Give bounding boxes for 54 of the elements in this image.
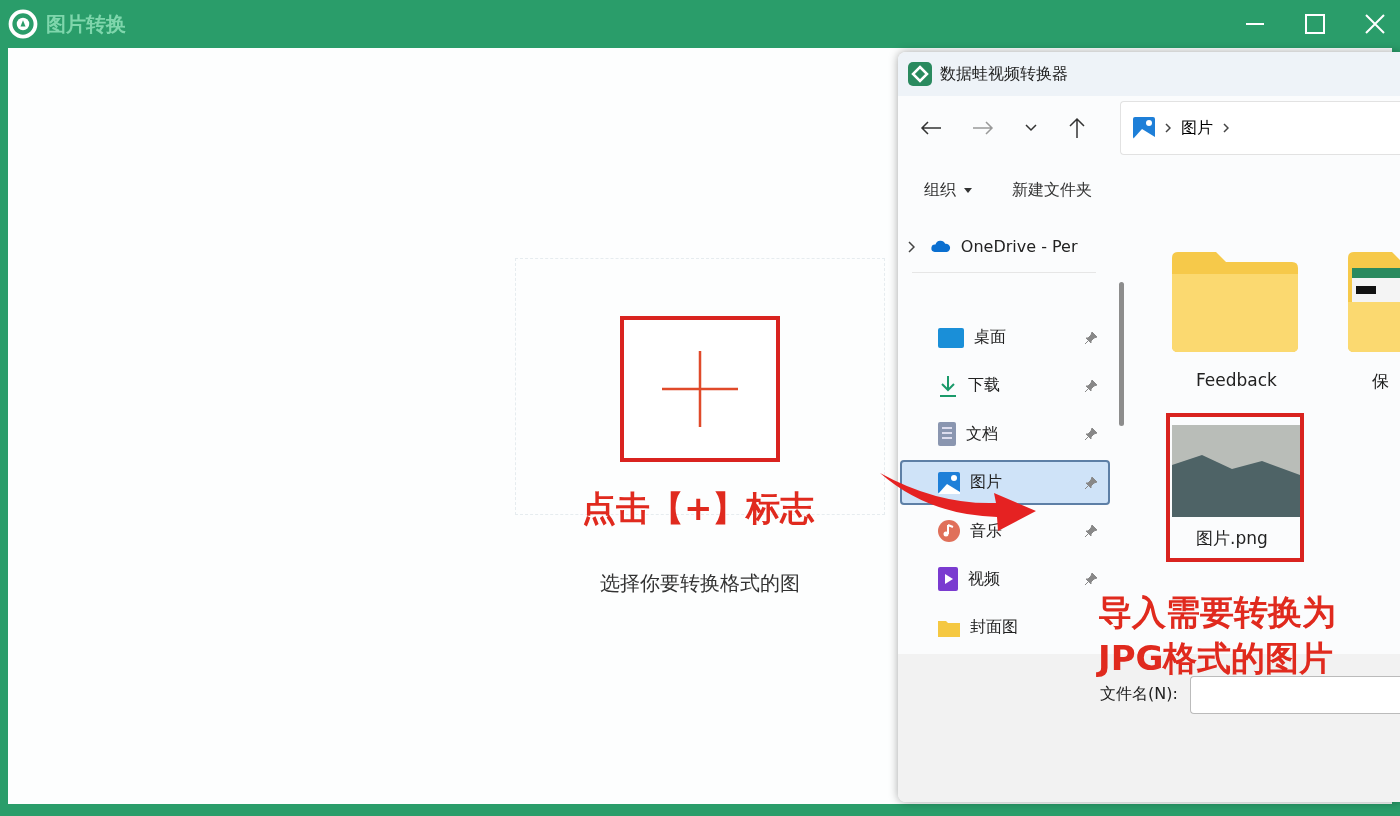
- window-title: 图片转换: [46, 10, 126, 38]
- scrollbar-thumb[interactable]: [1118, 282, 1124, 426]
- add-button[interactable]: [620, 316, 780, 462]
- forward-arrow-icon[interactable]: [972, 120, 994, 136]
- upload-hint: 选择你要转换格式的图: [600, 570, 800, 597]
- pin-icon[interactable]: [1084, 524, 1098, 539]
- sidebar-item[interactable]: 图片: [900, 460, 1110, 505]
- file-name: 保: [1371, 370, 1389, 393]
- address-bar[interactable]: 图片: [1120, 101, 1400, 155]
- pin-icon[interactable]: [1084, 378, 1098, 393]
- breadcrumb-item[interactable]: 图片: [1181, 117, 1213, 139]
- close-icon[interactable]: [1364, 13, 1386, 35]
- folder-icon: [1172, 252, 1298, 352]
- annotation-text: 导入需要转换为 JPG格式的图片: [1098, 591, 1336, 680]
- document-icon: [938, 422, 956, 447]
- sidebar-item[interactable]: 下载: [900, 363, 1110, 409]
- picture-icon: [938, 471, 960, 494]
- video-icon: [938, 567, 958, 592]
- app-logo-icon: [908, 62, 932, 86]
- desktop-icon: [938, 327, 964, 348]
- sidebar-item[interactable]: 文档: [900, 412, 1110, 457]
- toolbar-button[interactable]: 组织: [916, 173, 980, 207]
- chevron-down-icon[interactable]: [1024, 123, 1038, 133]
- pin-icon[interactable]: [1084, 427, 1098, 442]
- pin-icon[interactable]: [1084, 475, 1098, 490]
- filename-field[interactable]: [1189, 676, 1400, 714]
- chevron-right-icon: [1165, 123, 1171, 133]
- chevron-icon[interactable]: [908, 241, 916, 254]
- app-logo-icon: [8, 9, 38, 39]
- filename-label: 文件名(N):: [1100, 684, 1178, 705]
- file-item[interactable]: Feedback: [1166, 248, 1306, 405]
- sidebar-item[interactable]: 音乐: [900, 508, 1110, 554]
- pin-icon[interactable]: [1084, 572, 1098, 587]
- maximize-icon[interactable]: [1304, 13, 1326, 35]
- dialog-title: 数据蛙视频转换器: [940, 63, 1068, 85]
- toolbar-button[interactable]: 新建文件夹: [1004, 173, 1100, 207]
- cloud-icon: [931, 238, 951, 255]
- file-name: Feedback: [1195, 369, 1277, 392]
- music-icon: [938, 520, 960, 543]
- dropdown-caret-icon: [964, 187, 972, 193]
- up-arrow-icon[interactable]: [1068, 117, 1086, 139]
- plus-icon: [660, 349, 740, 429]
- file-name: 图片.png: [1195, 527, 1268, 550]
- sidebar-item[interactable]: OneDrive - Per: [900, 224, 1110, 269]
- sidebar-item[interactable]: 桌面: [900, 315, 1110, 360]
- folder-icon: [938, 618, 960, 637]
- back-arrow-icon[interactable]: [920, 120, 942, 136]
- picture-icon: [1133, 117, 1155, 139]
- chevron-right-icon: [1223, 123, 1229, 133]
- file-item[interactable]: 图片.png: [1166, 413, 1304, 562]
- pin-icon[interactable]: [1084, 330, 1098, 345]
- download-icon: [938, 374, 958, 397]
- annotation-text: 点击【+】标志: [582, 487, 815, 530]
- file-item[interactable]: 保: [1342, 248, 1400, 405]
